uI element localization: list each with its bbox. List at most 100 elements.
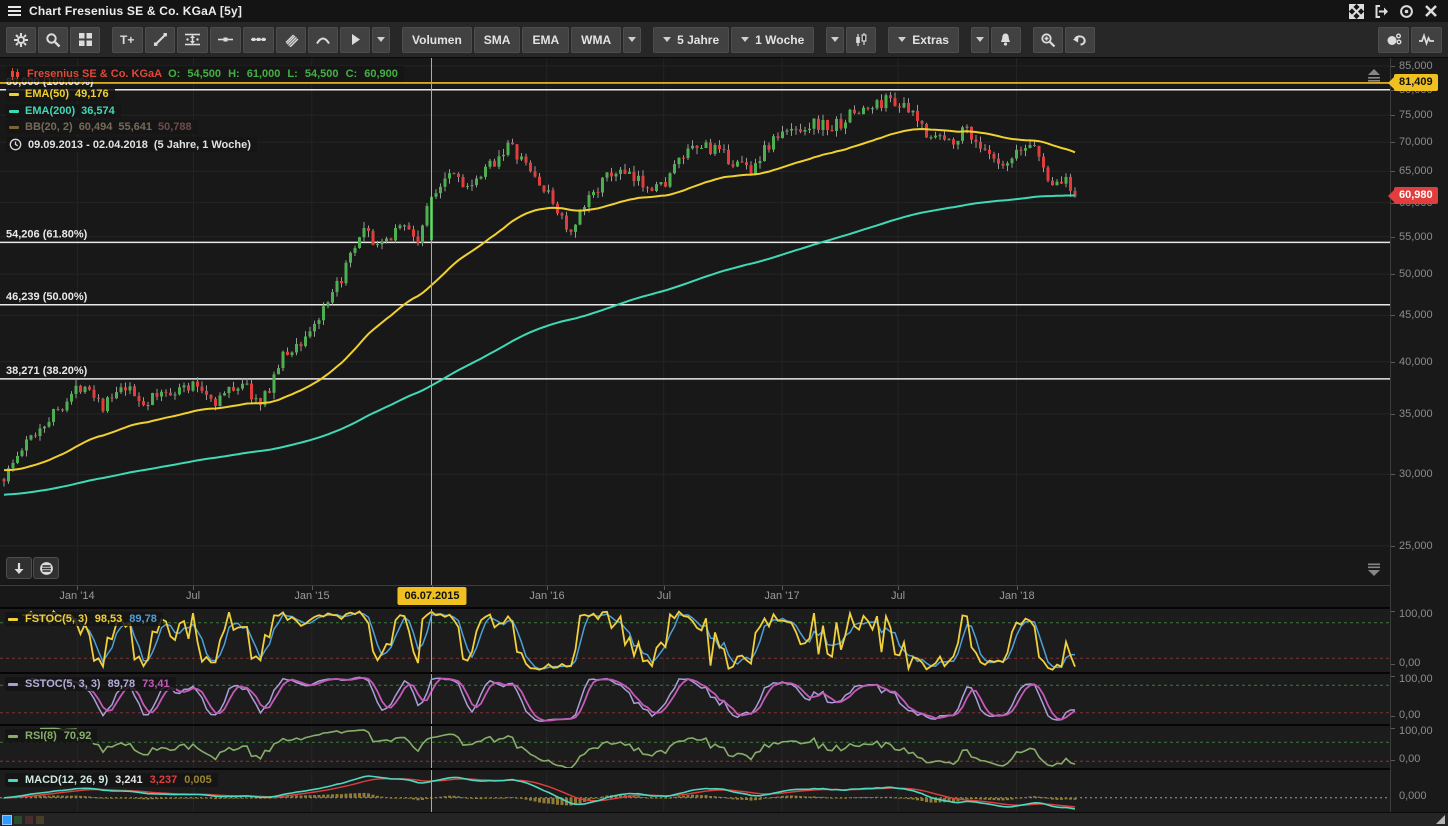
settings-button[interactable] <box>6 27 36 53</box>
fstoc-color-chip <box>8 618 18 621</box>
interval-dropdown[interactable]: 1 Woche <box>731 27 814 53</box>
bb-color-chip <box>9 126 19 129</box>
sstoc-value-2: 73,41 <box>142 678 170 690</box>
layout-button[interactable] <box>70 27 100 53</box>
rsi-panel[interactable]: RSI(8) 70,92 <box>0 724 1390 768</box>
sstoc-legend[interactable]: SSTOC(5, 3, 3) 89,78 73,41 <box>5 677 176 691</box>
fstoc-panel[interactable]: FSTOC(5, 3) 98,53 89,78 <box>0 607 1390 672</box>
menu-icon[interactable] <box>8 6 21 16</box>
hline-segments-icon <box>250 32 267 47</box>
macd-panel[interactable]: MACD(12, 26, 9) 3,241 3,237 0,005 <box>0 768 1390 814</box>
period-dropdown[interactable]: 5 Jahre <box>653 27 729 53</box>
macd-value-2: 3,237 <box>150 774 178 786</box>
title-bar: Chart Fresenius SE & Co. KGaA [5y] <box>0 0 1448 23</box>
ema200-legend[interactable]: EMA(200) 36,574 <box>6 104 121 118</box>
chevron-down-icon <box>628 37 636 42</box>
y-axis-label: 50,000 <box>1399 268 1433 280</box>
undo-button[interactable] <box>1065 27 1095 53</box>
text-tool-button[interactable]: T+ <box>112 27 143 53</box>
pulse-view-button[interactable] <box>1411 27 1442 53</box>
rsi-label: RSI(8) <box>25 730 57 742</box>
y-axis-label: 25,000 <box>1399 540 1433 552</box>
volumen-button[interactable]: Volumen <box>402 27 472 53</box>
candlestick-type-button[interactable] <box>846 27 876 53</box>
gear-icon <box>13 32 29 48</box>
panel-tab-4[interactable] <box>36 816 44 824</box>
bubbles-view-button[interactable] <box>1378 27 1409 53</box>
x-axis-label: Jan '14 <box>59 590 94 602</box>
macd-legend[interactable]: MACD(12, 26, 9) 3,241 3,237 0,005 <box>5 773 218 787</box>
main-chart-canvas[interactable]: 80,000 (100.00%)54,206 (61.80%)46,239 (5… <box>0 58 1390 585</box>
panel-tab-3[interactable] <box>25 816 33 824</box>
panel-tab-2[interactable] <box>14 816 22 824</box>
x-axis-label: Jul <box>891 590 905 602</box>
sma-button[interactable]: SMA <box>474 27 521 53</box>
ema50-value: 49,176 <box>75 88 109 100</box>
date-range-text: 09.09.2013 - 02.04.2018 <box>28 139 148 151</box>
export-icon[interactable] <box>1374 4 1389 19</box>
macd-value-1: 3,241 <box>115 774 143 786</box>
brush-tool-button[interactable] <box>276 27 306 53</box>
panel-axis-label: 100,00 <box>1399 725 1433 737</box>
toolbar: T+ <box>0 22 1448 58</box>
brush-icon <box>284 32 299 47</box>
sstoc-color-chip <box>8 683 18 686</box>
scroll-up-icon[interactable] <box>1364 68 1384 82</box>
arc-tool-button[interactable] <box>308 27 338 53</box>
date-range-legend: 09.09.2013 - 02.04.2018 (5 Jahre, 1 Woch… <box>6 137 257 152</box>
search-button[interactable] <box>38 27 68 53</box>
candlestick-series-icon <box>9 67 21 81</box>
text-tool-icon: T+ <box>119 32 136 47</box>
panel-axis-label: 100,00 <box>1399 673 1433 685</box>
sstoc-panel[interactable]: SSTOC(5, 3, 3) 89,78 73,41 <box>0 672 1390 724</box>
svg-text:T+: T+ <box>120 33 134 47</box>
symbol-legend[interactable]: Fresenius SE & Co. KGaA O: 54,500 H: 61,… <box>6 66 404 82</box>
extras-dropdown[interactable]: Extras <box>888 27 959 53</box>
alert-button[interactable] <box>991 27 1021 53</box>
y-axis-label: 30,000 <box>1399 468 1433 480</box>
sstoc-value-1: 89,78 <box>108 678 136 690</box>
bb-legend[interactable]: BB(20, 2) 60,494 55,641 50,788 <box>6 120 198 134</box>
scroll-down-icon[interactable] <box>1364 563 1384 577</box>
rsi-legend[interactable]: RSI(8) 70,92 <box>5 729 97 743</box>
chevron-down-icon <box>831 37 839 42</box>
zoom-in-button[interactable] <box>1033 27 1063 53</box>
panel-layout-button[interactable] <box>33 557 59 579</box>
ema50-legend[interactable]: EMA(50) 49,176 <box>6 87 115 101</box>
bubbles-icon <box>1385 32 1402 47</box>
charttype-dropdown[interactable] <box>826 27 844 53</box>
y-axis-label: 40,000 <box>1399 356 1433 368</box>
drawing-tools-dropdown[interactable] <box>372 27 390 53</box>
symbol-name: Fresenius SE & Co. KGaA <box>27 68 162 80</box>
pulse-icon <box>1418 32 1435 47</box>
chart-window: Chart Fresenius SE & Co. KGaA [5y] <box>0 0 1448 826</box>
ema50-color-chip <box>9 93 19 96</box>
trendline-tool-button[interactable] <box>145 27 175 53</box>
target-icon[interactable] <box>1399 4 1414 19</box>
y-axis-label: 65,000 <box>1399 165 1433 177</box>
indicator-dropdown[interactable] <box>623 27 641 53</box>
fullscreen-icon[interactable] <box>1349 4 1364 19</box>
hline-tool-button[interactable] <box>210 27 241 53</box>
fstoc-legend[interactable]: FSTOC(5, 3) 98,53 89,78 <box>5 612 163 626</box>
search-icon <box>45 32 61 48</box>
resize-grip-icon[interactable] <box>1435 814 1446 825</box>
panel-tab-1[interactable] <box>3 816 11 824</box>
panel-axis-label: 0,00 <box>1399 657 1420 669</box>
wma-button[interactable]: WMA <box>571 27 621 53</box>
svg-text:38,271 (38.20%): 38,271 (38.20%) <box>6 365 88 377</box>
move-down-button[interactable] <box>6 557 32 579</box>
svg-text:46,239 (50.00%): 46,239 (50.00%) <box>6 291 88 303</box>
last-price-badge: 60,980 <box>1394 187 1438 204</box>
alert-price-badge[interactable]: 81,409 <box>1394 74 1438 91</box>
time-axis[interactable]: Jan '14JulJan '15Jan '16JulJan '17JulJan… <box>0 585 1390 607</box>
fibonacci-tool-button[interactable] <box>177 27 208 53</box>
chevron-down-icon <box>377 37 385 42</box>
price-axis[interactable]: 25,00030,00035,00040,00045,00050,00055,0… <box>1390 58 1448 812</box>
alert-dropdown[interactable] <box>971 27 989 53</box>
selected-date-badge: 06.07.2015 <box>397 587 466 605</box>
hline-segments-tool-button[interactable] <box>243 27 274 53</box>
ema-button[interactable]: EMA <box>522 27 569 53</box>
arrow-tool-button[interactable] <box>340 27 370 53</box>
close-icon[interactable] <box>1424 4 1438 18</box>
